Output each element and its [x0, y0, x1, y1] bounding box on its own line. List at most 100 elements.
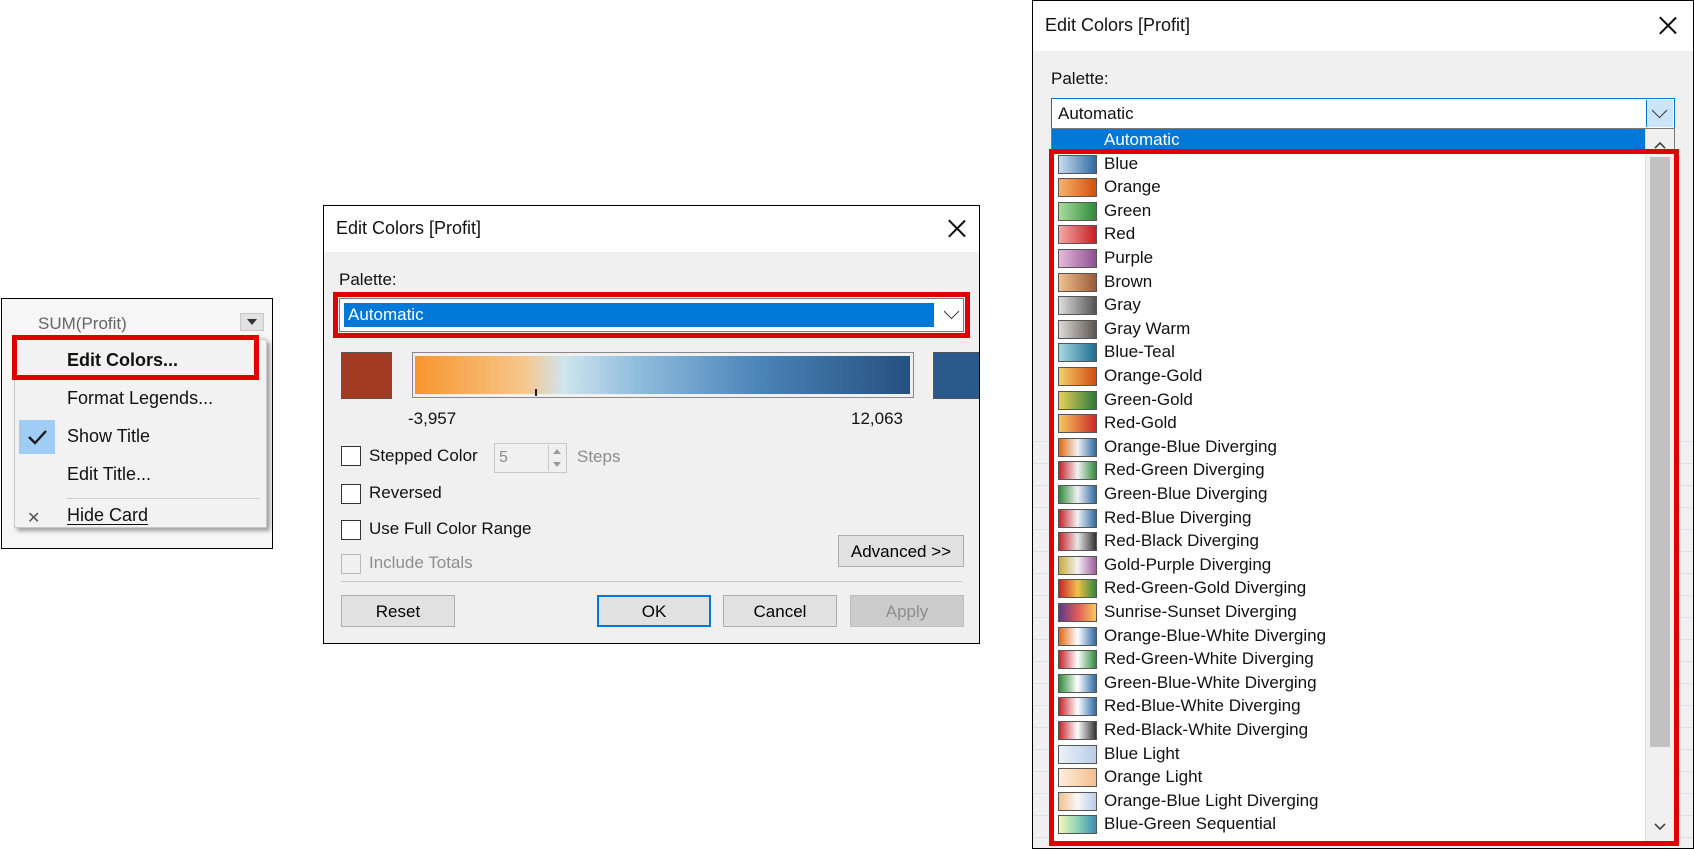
list-item-automatic[interactable]: Automatic: [1052, 129, 1648, 153]
list-item-label: Red-Black-White Diverging: [1104, 720, 1309, 739]
list-item-red-blue-diverging[interactable]: Red-Blue Diverging: [1052, 507, 1648, 531]
palette-swatch: [1058, 272, 1097, 292]
steps-stepper[interactable]: 5: [494, 443, 567, 473]
list-item-label: Orange-Blue-White Diverging: [1104, 625, 1327, 645]
list-item-label: Red-Blue-White Diverging: [1104, 696, 1301, 716]
palette-swatch: [1058, 697, 1097, 717]
palette-swatch: [1058, 154, 1097, 174]
list-item-gold-purple-diverging[interactable]: Gold-Purple Diverging: [1052, 554, 1648, 578]
palette-swatch: [1058, 650, 1097, 670]
color-ramp[interactable]: [415, 356, 910, 394]
include-totals-checkbox[interactable]: [341, 554, 361, 574]
list-item-label: Orange Light: [1104, 767, 1203, 787]
list-item-orange-blue-light-diverging[interactable]: Orange-Blue Light Diverging: [1052, 790, 1648, 814]
reversed-checkbox[interactable]: [341, 484, 361, 504]
palette-swatch: [1058, 791, 1097, 811]
list-item-label: Red-Blue Diverging: [1104, 507, 1252, 527]
list-item-red-green-diverging[interactable]: Red-Green Diverging: [1052, 459, 1648, 483]
list-item-green-blue-white-diverging[interactable]: Green-Blue-White Diverging: [1052, 672, 1648, 696]
background-left-strip: [1033, 441, 1051, 841]
palette-scrollbar[interactable]: [1645, 129, 1674, 845]
list-item-label: Orange: [1104, 177, 1161, 197]
list-item-label: Red-Gold: [1104, 413, 1177, 433]
palette-swatch: [1058, 721, 1097, 740]
close-icon[interactable]: [1659, 16, 1677, 34]
list-item-orange-blue-white-diverging[interactable]: Orange-Blue-White Diverging: [1052, 625, 1648, 649]
list-item-blue-teal[interactable]: Blue-Teal: [1052, 341, 1648, 365]
list-item-label: Blue: [1104, 153, 1139, 173]
list-item-gray[interactable]: Gray: [1052, 294, 1648, 318]
context-menu: Edit Colors... Format Legends... Show Ti…: [14, 339, 267, 528]
list-item-label: Purple: [1104, 248, 1154, 267]
reset-button[interactable]: Reset: [341, 595, 455, 627]
use-full-color-range-checkbox[interactable]: [341, 520, 361, 540]
list-item-orange-gold[interactable]: Orange-Gold: [1052, 365, 1648, 389]
scrollbar-thumb[interactable]: [1650, 157, 1670, 747]
palette-swatch: [1058, 390, 1097, 410]
dialog-title: Edit Colors [Profit]: [1045, 15, 1191, 35]
list-item-label: Orange-Gold: [1104, 366, 1203, 385]
list-item-green-gold[interactable]: Green-Gold: [1052, 389, 1648, 413]
list-item-green-blue-diverging[interactable]: Green-Blue Diverging: [1052, 483, 1648, 507]
list-item-gray-warm[interactable]: Gray Warm: [1052, 318, 1648, 342]
list-item-red-green-gold-diverging[interactable]: Red-Green-Gold Diverging: [1052, 577, 1648, 601]
advanced-button[interactable]: Advanced >>: [838, 535, 964, 567]
stepped-color-checkbox[interactable]: [341, 446, 361, 466]
steps-down-icon[interactable]: [548, 458, 565, 471]
palette-swatch: [1058, 437, 1097, 457]
use-full-color-range-label: Use Full Color Range: [369, 519, 532, 538]
list-item-brown[interactable]: Brown: [1052, 271, 1648, 295]
menu-item-edit-title[interactable]: Edit Title...: [67, 464, 151, 485]
menu-item-edit-colors[interactable]: Edit Colors...: [67, 350, 178, 371]
card-menu-dropdown-button[interactable]: [240, 313, 264, 331]
list-item-blue-light[interactable]: Blue Light: [1052, 743, 1648, 767]
palette-swatch: [1058, 485, 1097, 504]
palette-dropdown-button[interactable]: [1646, 100, 1673, 127]
cancel-button[interactable]: Cancel: [723, 595, 837, 627]
list-item-orange[interactable]: Orange: [1052, 176, 1648, 200]
menu-item-show-title[interactable]: Show Title: [67, 426, 150, 447]
list-item-red-blue-white-diverging[interactable]: Red-Blue-White Diverging: [1052, 695, 1648, 719]
list-item-green[interactable]: Green: [1052, 200, 1648, 224]
list-item-orange-blue-diverging[interactable]: Orange-Blue Diverging: [1052, 436, 1648, 460]
palette-swatch: [1058, 319, 1097, 339]
palette-swatch: [1058, 673, 1097, 693]
legend-card-header: SUM(Profit): [28, 309, 266, 338]
palette-swatch: [1058, 508, 1097, 528]
list-item-red-black-diverging[interactable]: Red-Black Diverging: [1052, 530, 1648, 554]
stepped-color-label: Stepped Color: [369, 446, 478, 465]
list-item-blue[interactable]: Blue: [1052, 153, 1648, 177]
list-item-red-gold[interactable]: Red-Gold: [1052, 412, 1648, 436]
palette-select[interactable]: Automatic: [1051, 98, 1675, 129]
steps-label: Steps: [577, 447, 621, 466]
ok-button[interactable]: OK: [597, 595, 711, 627]
list-item-red-black-white-diverging[interactable]: Red-Black-White Diverging: [1052, 719, 1648, 743]
palette-swatch: [1058, 296, 1097, 316]
list-item-red-green-white-diverging[interactable]: Red-Green-White Diverging: [1052, 648, 1648, 672]
close-icon[interactable]: [948, 219, 966, 237]
palette-label: Palette:: [1051, 69, 1109, 88]
list-item-sunrise-sunset-diverging[interactable]: Sunrise-Sunset Diverging: [1052, 601, 1648, 625]
list-item-blue-green-sequential[interactable]: Blue-Green Sequential: [1052, 813, 1648, 837]
steps-up-icon[interactable]: [548, 445, 565, 458]
list-item-label: Gray: [1104, 295, 1141, 315]
list-item-red[interactable]: Red: [1052, 223, 1648, 247]
palette-swatch: [1058, 367, 1097, 386]
checkmark-icon: [19, 420, 55, 454]
start-color-swatch[interactable]: [341, 352, 392, 399]
menu-item-format-legends[interactable]: Format Legends...: [67, 388, 213, 409]
palette-select[interactable]: Automatic: [339, 298, 964, 332]
palette-selected-highlight: [344, 303, 934, 327]
list-item-label: Automatic: [1104, 130, 1180, 149]
list-item-orange-light[interactable]: Orange Light: [1052, 766, 1648, 790]
apply-button[interactable]: Apply: [850, 595, 964, 627]
palette-swatch: [1058, 532, 1097, 552]
scroll-up-icon[interactable]: [1653, 137, 1667, 155]
legend-card-title: SUM(Profit): [38, 314, 127, 333]
palette-swatch: [1058, 626, 1097, 646]
scroll-down-icon[interactable]: [1653, 819, 1667, 837]
end-color-swatch[interactable]: [933, 352, 979, 399]
list-item-label: Green-Gold: [1104, 389, 1193, 409]
menu-item-hide-card[interactable]: Hide Card: [67, 505, 148, 526]
list-item-purple[interactable]: Purple: [1052, 247, 1648, 271]
